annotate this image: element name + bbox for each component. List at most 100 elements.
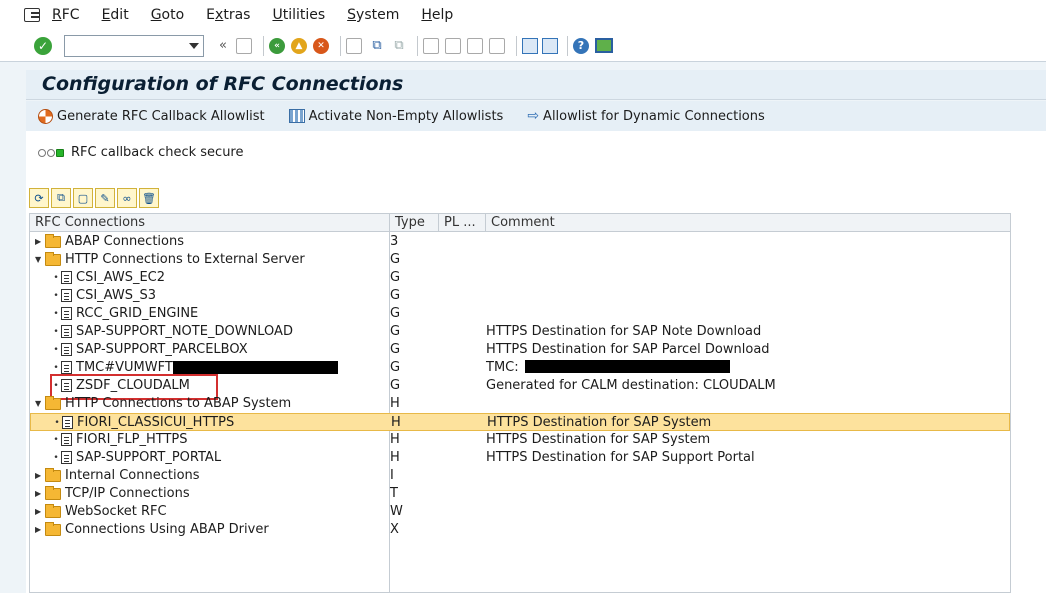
toolbar-separator	[567, 35, 568, 56]
node-name-cell[interactable]: • TMC#VUMWFT	[51, 360, 338, 375]
tree-node-row[interactable]: • FIORI_FLP_HTTPS H HTTPS Destination for S…	[30, 431, 1010, 449]
toolbar-separator	[340, 35, 341, 56]
find-next-icon[interactable]: ⧉	[390, 37, 408, 55]
node-type: G	[390, 360, 401, 375]
node-type: X	[390, 522, 399, 537]
tree-node-row[interactable]: • SAP-SUPPORT_NOTE_DOWNLOAD G HTTPS Destina…	[30, 323, 1010, 341]
expand-icon[interactable]: ▶	[35, 507, 45, 516]
node-name-cell[interactable]: ▶ Connections Using ABAP Driver	[35, 521, 269, 537]
previous-page-icon[interactable]	[445, 37, 461, 54]
tree-node-row[interactable]: • CSI_AWS_S3 G	[30, 287, 1010, 305]
node-type: H	[390, 450, 400, 465]
column-header-comment[interactable]: Comment	[491, 215, 555, 230]
customize-layout-icon[interactable]	[595, 38, 613, 53]
node-name-cell[interactable]: • FIORI_CLASSICUI_HTTPS	[52, 415, 234, 430]
node-comment: HTTPS Destination for SAP System	[486, 432, 711, 447]
print-icon[interactable]	[346, 37, 362, 54]
dynamic-allowlist-button[interactable]: ⇨ Allowlist for Dynamic Connections	[527, 108, 764, 124]
menu-rfc[interactable]: RFC	[52, 7, 80, 23]
node-type: G	[390, 378, 401, 393]
node-name-cell[interactable]: • FIORI_FLP_HTTPS	[51, 432, 187, 447]
last-page-icon[interactable]	[489, 37, 505, 54]
document-icon	[61, 361, 72, 374]
node-name: SAP-SUPPORT_PARCELBOX	[76, 342, 248, 357]
node-comment-cell: TMC:	[486, 360, 730, 375]
tree-node-row[interactable]: • RCC_GRID_ENGINE G	[30, 305, 1010, 323]
redacted-block	[172, 361, 338, 374]
generate-allowlist-button[interactable]: Generate RFC Callback Allowlist	[38, 108, 265, 124]
folder-icon	[45, 467, 61, 482]
node-type: I	[390, 468, 394, 483]
nav-collapse-icon[interactable]: «	[214, 37, 232, 55]
expand-icon[interactable]: ▶	[35, 237, 45, 246]
node-name-cell[interactable]: ▶ Internal Connections	[35, 467, 200, 483]
delete-icon[interactable]: 🗑	[139, 188, 159, 208]
activate-allowlists-button[interactable]: Activate Non-Empty Allowlists	[288, 109, 503, 124]
tree-node-row[interactable]: • CSI_AWS_EC2 G	[30, 269, 1010, 287]
first-page-icon[interactable]	[423, 37, 439, 54]
menu-goto[interactable]: Goto	[151, 7, 184, 23]
tree-node-row[interactable]: • FIORI_CLASSICUI_HTTPS H HTTPS Destination…	[30, 413, 1010, 431]
node-name-cell[interactable]: ▼ HTTP Connections to ABAP System	[35, 395, 291, 411]
tree-node-row[interactable]: • ZSDF_CLOUDALM G Generated for CALM destin…	[30, 374, 1010, 400]
node-name-cell[interactable]: • SAP-SUPPORT_PARCELBOX	[51, 342, 248, 357]
enter-check-icon[interactable]: ✓	[34, 36, 52, 55]
tree-node-row[interactable]: • SAP-SUPPORT_PARCELBOX G HTTPS Destination…	[30, 341, 1010, 359]
node-name-cell[interactable]: ▼ HTTP Connections to External Server	[35, 251, 305, 267]
refresh-icon[interactable]: ⟳	[29, 188, 49, 208]
node-name-cell[interactable]: ▶ ABAP Connections	[35, 233, 185, 249]
tree-node-row[interactable]: • SAP-SUPPORT_PORTAL H HTTPS Destination fo…	[30, 449, 1010, 467]
expand-icon[interactable]: ▶	[35, 489, 45, 498]
column-header-type[interactable]: Type	[395, 215, 425, 230]
menu-help[interactable]: Help	[421, 7, 453, 23]
collapse-icon[interactable]: ▼	[35, 399, 45, 408]
column-header-name[interactable]: RFC Connections	[35, 215, 145, 230]
tree-folder-row[interactable]: ▶ Internal Connections I	[30, 467, 1010, 485]
exit-icon[interactable]: ▲	[291, 37, 307, 54]
menu-edit[interactable]: Edit	[102, 7, 129, 23]
menu-system[interactable]: System	[347, 7, 399, 23]
node-name-cell[interactable]: • CSI_AWS_S3	[51, 288, 156, 303]
node-name-cell[interactable]: • RCC_GRID_ENGINE	[51, 306, 198, 321]
tree-folder-row[interactable]: ▶ TCP/IP Connections T	[30, 485, 1010, 503]
node-name: ABAP Connections	[65, 234, 185, 249]
menu-bar: RFC Edit Goto Extras Utilities System Help	[0, 0, 1046, 30]
copy-icon[interactable]: ∞	[117, 188, 137, 208]
find-icon[interactable]: ⧉	[368, 37, 386, 55]
callback-status: RFC callback check secure	[38, 145, 244, 160]
node-name-cell[interactable]: • CSI_AWS_EC2	[51, 270, 165, 285]
create-session-icon[interactable]	[522, 37, 538, 54]
menu-utilities[interactable]: Utilities	[272, 7, 325, 23]
back-icon[interactable]: «	[269, 37, 285, 54]
create-icon[interactable]: ▢	[73, 188, 93, 208]
node-name-cell[interactable]: • SAP-SUPPORT_NOTE_DOWNLOAD	[51, 324, 293, 339]
tree-bullet-icon: •	[53, 434, 59, 445]
node-type: G	[390, 306, 401, 321]
node-name-cell[interactable]: • SAP-SUPPORT_PORTAL	[51, 450, 221, 465]
cancel-icon[interactable]: ✕	[313, 37, 329, 54]
shortcut-icon[interactable]	[542, 37, 558, 54]
expand-icon[interactable]: ▶	[35, 471, 45, 480]
node-type: 3	[390, 234, 399, 249]
tree-folder-row[interactable]: ▼ HTTP Connections to External Server G	[30, 251, 1010, 269]
command-field[interactable]	[64, 34, 204, 57]
column-header-pl[interactable]: PL ...	[444, 215, 476, 230]
tree-folder-row[interactable]: ▶ ABAP Connections 3	[30, 233, 1010, 251]
node-name-cell[interactable]: ▶ WebSocket RFC	[35, 503, 167, 519]
next-page-icon[interactable]	[467, 37, 483, 54]
tree-folder-row[interactable]: ▼ HTTP Connections to ABAP System H	[30, 395, 1010, 413]
binoculars-icon[interactable]: ⧉	[51, 188, 71, 208]
expand-icon[interactable]: ▶	[35, 525, 45, 534]
save-icon[interactable]	[236, 37, 252, 54]
help-icon[interactable]: ?	[573, 37, 589, 54]
change-icon[interactable]: ✎	[95, 188, 115, 208]
node-name: SAP-SUPPORT_PORTAL	[76, 450, 222, 465]
menu-extras[interactable]: Extras	[206, 7, 250, 23]
node-name-cell[interactable]: ▶ TCP/IP Connections	[35, 485, 190, 501]
exit-menu-icon[interactable]	[24, 8, 40, 22]
tree-folder-row[interactable]: ▶ WebSocket RFC W	[30, 503, 1010, 521]
standard-toolbar: ✓ « « ▲ ✕ ⧉ ⧉ ?	[0, 30, 1046, 62]
tree-folder-row[interactable]: ▶ Connections Using ABAP Driver X	[30, 521, 1010, 539]
command-dropdown-icon[interactable]	[189, 42, 199, 49]
collapse-icon[interactable]: ▼	[35, 255, 45, 264]
